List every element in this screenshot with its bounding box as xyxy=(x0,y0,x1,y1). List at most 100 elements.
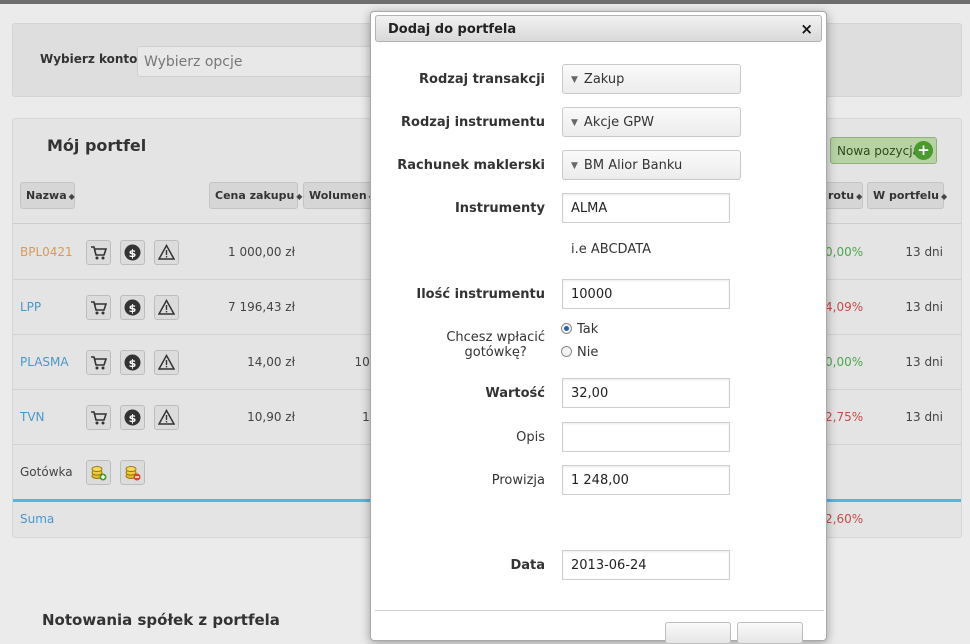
row-name-link[interactable]: TVN xyxy=(20,410,45,424)
dividend-button[interactable]: $ xyxy=(120,240,145,265)
row-return: 0,00% xyxy=(825,245,864,259)
row-days: 13 dni xyxy=(905,300,943,314)
coins-add-icon xyxy=(91,466,107,481)
alert-button[interactable] xyxy=(154,405,179,430)
commission-label: Prowizja xyxy=(491,473,545,488)
warning-icon xyxy=(158,409,175,425)
deposit-cash-no-label: Nie xyxy=(577,345,599,360)
deposit-cash-label: Chcesz wpłacić gotówkę? xyxy=(446,330,545,360)
column-header-name[interactable]: Nazwa ◆ xyxy=(20,182,75,209)
dialog-footer-divider xyxy=(375,610,824,611)
row-return: 0,00% xyxy=(825,355,864,369)
deposit-cash-label-line2: gotówkę? xyxy=(464,345,527,360)
caret-down-icon: ▼ xyxy=(571,161,578,171)
instrument-type-select[interactable]: ▼ Akcje GPW xyxy=(562,107,741,137)
buy-button[interactable] xyxy=(86,405,111,430)
portfolio-title: Mój portfel xyxy=(47,136,147,155)
transaction-type-value: Zakup xyxy=(583,72,625,87)
radio-unchecked-icon xyxy=(561,346,572,357)
instruments-input[interactable] xyxy=(562,193,730,223)
column-header-buy-price[interactable]: Cena zakupu ◆ xyxy=(209,182,302,209)
sum-return: 2,60% xyxy=(825,512,864,526)
column-header-return-label: rotu xyxy=(828,189,855,202)
caret-down-icon: ▼ xyxy=(571,75,578,85)
dialog-footer-button[interactable] xyxy=(665,622,731,644)
row-name-link[interactable]: PLASMA xyxy=(20,355,69,369)
alert-button[interactable] xyxy=(154,295,179,320)
sort-icon: ◆ xyxy=(940,192,948,201)
dialog-footer-button[interactable] xyxy=(737,622,803,644)
buy-button[interactable] xyxy=(86,295,111,320)
column-header-in-portfolio[interactable]: W portfelu ◆ xyxy=(867,182,948,209)
cash-withdraw-button[interactable] xyxy=(120,460,145,485)
close-icon[interactable]: × xyxy=(800,20,813,38)
alert-button[interactable] xyxy=(154,240,179,265)
plus-icon: + xyxy=(914,141,933,160)
broker-account-label: Rachunek maklerski xyxy=(397,158,545,173)
top-bar xyxy=(0,0,970,4)
buy-button[interactable] xyxy=(86,240,111,265)
row-buy-price: 10,90 zł xyxy=(247,410,295,424)
transaction-type-select[interactable]: ▼ Zakup xyxy=(562,64,741,94)
warning-icon xyxy=(158,244,175,260)
account-select-placeholder: Wybierz opcje xyxy=(144,54,243,70)
row-name-link[interactable]: LPP xyxy=(20,300,41,314)
account-select[interactable]: Wybierz opcje ▼ xyxy=(137,46,387,77)
dollar-icon: $ xyxy=(124,244,141,261)
deposit-cash-label-line1: Chcesz wpłacić xyxy=(446,330,545,345)
deposit-cash-yes-label: Tak xyxy=(577,322,599,337)
warning-icon xyxy=(158,299,175,315)
sort-icon: ◆ xyxy=(856,192,863,201)
coins-remove-icon xyxy=(125,466,141,481)
new-position-label: Nowa pozycja xyxy=(837,144,920,158)
cart-icon xyxy=(91,356,107,370)
instrument-type-value: Akcje GPW xyxy=(583,115,654,130)
row-buy-price: 14,00 zł xyxy=(247,355,295,369)
date-input[interactable] xyxy=(562,550,730,580)
sort-icon: ◆ xyxy=(296,192,303,201)
alert-button[interactable] xyxy=(154,350,179,375)
deposit-cash-no-radio[interactable]: Nie xyxy=(561,345,598,360)
quantity-label: Ilość instrumentu xyxy=(416,287,545,302)
cart-icon xyxy=(91,246,107,260)
column-header-volume-label: Wolumen xyxy=(309,189,367,202)
dollar-icon: $ xyxy=(124,409,141,426)
dollar-icon: $ xyxy=(124,299,141,316)
svg-text:$: $ xyxy=(129,357,137,370)
add-to-portfolio-dialog: Dodaj do portfela × Rodzaj transakcji ▼ Z… xyxy=(370,11,827,644)
row-return: 4,09% xyxy=(825,300,864,314)
dividend-button[interactable]: $ xyxy=(120,405,145,430)
buy-button[interactable] xyxy=(86,350,111,375)
account-label: Wybierz konto xyxy=(40,52,138,66)
dialog-header: Dodaj do portfela × xyxy=(375,15,822,42)
cart-icon xyxy=(91,301,107,315)
column-header-buy-price-label: Cena zakupu xyxy=(215,189,295,202)
dividend-button[interactable]: $ xyxy=(120,350,145,375)
broker-account-value: BM Alior Banku xyxy=(583,158,683,173)
svg-text:$: $ xyxy=(129,412,137,425)
radio-checked-icon xyxy=(561,323,572,334)
row-name-link[interactable]: BPL0421 xyxy=(20,245,73,259)
commission-input[interactable] xyxy=(562,465,730,495)
caret-down-icon: ▼ xyxy=(571,118,578,128)
deposit-cash-yes-radio[interactable]: Tak xyxy=(561,322,598,337)
svg-text:$: $ xyxy=(129,302,137,315)
broker-account-select[interactable]: ▼ BM Alior Banku xyxy=(562,150,741,180)
description-input[interactable] xyxy=(562,422,730,452)
transaction-type-label: Rodzaj transakcji xyxy=(419,72,545,87)
quotes-section-title: Notowania spółek z portfela xyxy=(42,611,280,629)
row-return: 2,75% xyxy=(825,410,864,424)
sum-label: Suma xyxy=(20,512,55,526)
quantity-input[interactable] xyxy=(562,279,730,309)
row-days: 13 dni xyxy=(905,410,943,424)
row-buy-price: 7 196,43 zł xyxy=(228,300,295,314)
svg-text:$: $ xyxy=(129,247,137,260)
value-input[interactable] xyxy=(562,378,730,408)
description-label: Opis xyxy=(516,430,545,445)
new-position-button[interactable]: Nowa pozycja + xyxy=(830,137,937,164)
row-days: 13 dni xyxy=(905,355,943,369)
dividend-button[interactable]: $ xyxy=(120,295,145,320)
cash-deposit-button[interactable] xyxy=(86,460,111,485)
row-buy-price: 1 000,00 zł xyxy=(228,245,295,259)
column-header-in-portfolio-label: W portfelu xyxy=(873,189,939,202)
